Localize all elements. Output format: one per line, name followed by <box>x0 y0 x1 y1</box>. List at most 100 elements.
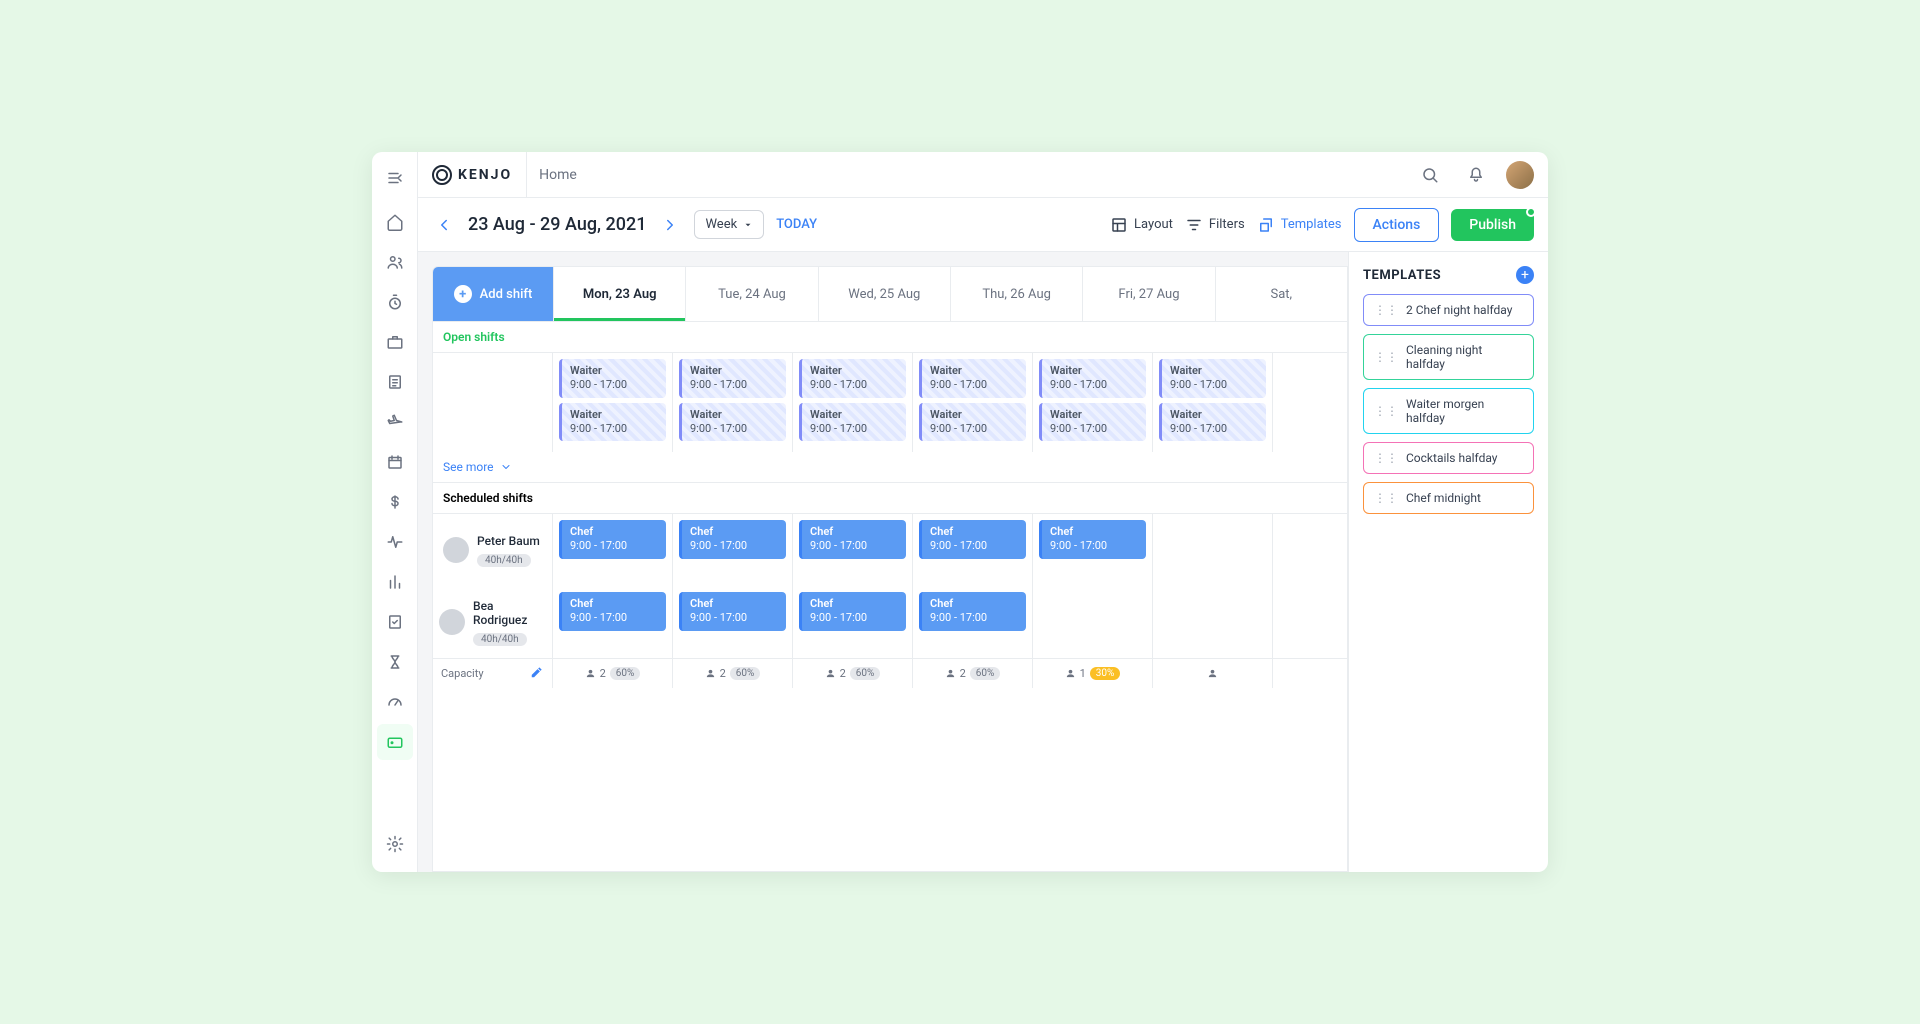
day-tab[interactable]: Mon, 23 Aug <box>553 267 685 321</box>
template-card[interactable]: ⋮⋮2 Chef night halfday <box>1363 294 1534 326</box>
today-button[interactable]: TODAY <box>776 217 817 232</box>
templates-button[interactable]: Templates <box>1257 216 1342 234</box>
toolbar: 23 Aug - 29 Aug, 2021 Week TODAY Layout … <box>418 198 1548 252</box>
person-cell: Peter Baum40h/40h <box>433 514 553 586</box>
person-icon <box>825 668 836 679</box>
view-select[interactable]: Week <box>694 210 764 239</box>
logo-mark-icon <box>432 165 452 185</box>
scheduled-shift-card[interactable]: Chef9:00 - 17:00 <box>559 520 666 559</box>
logo: KENJO <box>432 165 512 185</box>
open-shift-card[interactable]: Waiter9:00 - 17:00 <box>679 403 786 442</box>
person-icon <box>585 668 596 679</box>
plane-icon[interactable] <box>377 404 413 440</box>
brand-name: KENJO <box>458 167 512 183</box>
person-icon <box>1207 668 1218 679</box>
checklist-icon[interactable] <box>377 604 413 640</box>
collapse-sidebar-button[interactable] <box>381 164 409 192</box>
person-cell: Bea Rodriguez40h/40h <box>433 586 553 658</box>
open-shifts-label: Open shifts <box>433 321 1347 352</box>
chart-icon[interactable] <box>377 564 413 600</box>
edit-capacity-button[interactable] <box>530 665 544 682</box>
scheduled-shift-card[interactable]: Chef9:00 - 17:00 <box>799 592 906 631</box>
scheduled-shift-card[interactable]: Chef9:00 - 17:00 <box>919 520 1026 559</box>
hourglass-icon[interactable] <box>377 644 413 680</box>
calendar-icon[interactable] <box>377 444 413 480</box>
day-tab[interactable]: Thu, 26 Aug <box>950 267 1082 321</box>
open-shift-card[interactable]: Waiter9:00 - 17:00 <box>679 359 786 398</box>
open-shift-card[interactable]: Waiter9:00 - 17:00 <box>799 403 906 442</box>
scheduled-shift-card[interactable]: Chef9:00 - 17:00 <box>679 520 786 559</box>
scheduled-shifts-grid: Peter Baum40h/40hChef9:00 - 17:00Chef9:0… <box>433 513 1347 658</box>
topbar: KENJO Home <box>418 152 1548 198</box>
avatar <box>443 537 469 563</box>
open-shift-card[interactable]: Waiter9:00 - 17:00 <box>919 359 1026 398</box>
people-icon[interactable] <box>377 244 413 280</box>
day-tab[interactable]: Sat, <box>1215 267 1347 321</box>
publish-button[interactable]: Publish <box>1451 209 1534 241</box>
add-template-button[interactable]: + <box>1516 266 1534 284</box>
main: KENJO Home 23 Aug - 29 Aug, 2021 Week TO… <box>418 152 1548 872</box>
grip-icon: ⋮⋮ <box>1374 404 1398 418</box>
gauge-icon[interactable] <box>377 684 413 720</box>
day-tab[interactable]: Fri, 27 Aug <box>1082 267 1214 321</box>
day-tabs: + Add shift Mon, 23 AugTue, 24 AugWed, 2… <box>433 267 1347 321</box>
home-icon[interactable] <box>377 204 413 240</box>
scheduled-shift-card[interactable]: Chef9:00 - 17:00 <box>679 592 786 631</box>
filters-button[interactable]: Filters <box>1185 216 1245 234</box>
person-icon <box>945 668 956 679</box>
template-card[interactable]: ⋮⋮Cleaning night halfday <box>1363 334 1534 380</box>
open-shift-card[interactable]: Waiter9:00 - 17:00 <box>1039 359 1146 398</box>
day-tab[interactable]: Wed, 25 Aug <box>818 267 950 321</box>
scheduled-shift-card[interactable]: Chef9:00 - 17:00 <box>799 520 906 559</box>
avatar <box>439 609 465 635</box>
clock-icon[interactable] <box>377 284 413 320</box>
template-card[interactable]: ⋮⋮Waiter morgen halfday <box>1363 388 1534 434</box>
date-range: 23 Aug - 29 Aug, 2021 <box>468 214 646 235</box>
template-card[interactable]: ⋮⋮Chef midnight <box>1363 482 1534 514</box>
shifts-icon[interactable] <box>377 724 413 760</box>
activity-icon[interactable] <box>377 524 413 560</box>
open-shift-card[interactable]: Waiter9:00 - 17:00 <box>1039 403 1146 442</box>
sidebar <box>372 152 418 872</box>
breadcrumb-home[interactable]: Home <box>526 152 589 197</box>
grip-icon: ⋮⋮ <box>1374 350 1398 364</box>
grip-icon: ⋮⋮ <box>1374 451 1398 465</box>
settings-icon[interactable] <box>377 826 413 862</box>
scheduled-shift-card[interactable]: Chef9:00 - 17:00 <box>1039 520 1146 559</box>
prev-week-button[interactable] <box>432 213 456 237</box>
day-tab[interactable]: Tue, 24 Aug <box>685 267 817 321</box>
scheduled-shift-card[interactable]: Chef9:00 - 17:00 <box>559 592 666 631</box>
open-shift-card[interactable]: Waiter9:00 - 17:00 <box>1159 359 1266 398</box>
search-icon[interactable] <box>1414 159 1446 191</box>
see-more-button[interactable]: See more <box>433 452 1347 482</box>
open-shift-card[interactable]: Waiter9:00 - 17:00 <box>1159 403 1266 442</box>
capacity-row: Capacity260%260%260%260%130% <box>433 658 1347 688</box>
plus-icon: + <box>454 285 472 303</box>
bell-icon[interactable] <box>1460 159 1492 191</box>
open-shift-card[interactable]: Waiter9:00 - 17:00 <box>919 403 1026 442</box>
chevron-down-icon <box>500 461 512 473</box>
app-window: KENJO Home 23 Aug - 29 Aug, 2021 Week TO… <box>372 152 1548 872</box>
actions-button[interactable]: Actions <box>1354 208 1440 242</box>
document-icon[interactable] <box>377 364 413 400</box>
scheduled-shifts-label: Scheduled shifts <box>433 482 1347 513</box>
caret-down-icon <box>743 220 753 230</box>
templates-panel: TEMPLATES + ⋮⋮2 Chef night halfday ⋮⋮Clea… <box>1348 252 1548 872</box>
person-icon <box>1065 668 1076 679</box>
schedule-area: + Add shift Mon, 23 AugTue, 24 AugWed, 2… <box>418 252 1348 872</box>
template-card[interactable]: ⋮⋮Cocktails halfday <box>1363 442 1534 474</box>
add-shift-button[interactable]: + Add shift <box>433 267 553 321</box>
open-shift-card[interactable]: Waiter9:00 - 17:00 <box>799 359 906 398</box>
panel-title: TEMPLATES <box>1363 268 1441 283</box>
open-shift-card[interactable]: Waiter9:00 - 17:00 <box>559 359 666 398</box>
next-week-button[interactable] <box>658 213 682 237</box>
dollar-icon[interactable] <box>377 484 413 520</box>
briefcase-icon[interactable] <box>377 324 413 360</box>
open-shifts-grid: Waiter9:00 - 17:00 Waiter9:00 - 17:00 Wait… <box>433 352 1347 452</box>
layout-button[interactable]: Layout <box>1110 216 1173 234</box>
publish-indicator-icon <box>1526 207 1536 217</box>
person-icon <box>705 668 716 679</box>
open-shift-card[interactable]: Waiter9:00 - 17:00 <box>559 403 666 442</box>
scheduled-shift-card[interactable]: Chef9:00 - 17:00 <box>919 592 1026 631</box>
user-avatar[interactable] <box>1506 161 1534 189</box>
